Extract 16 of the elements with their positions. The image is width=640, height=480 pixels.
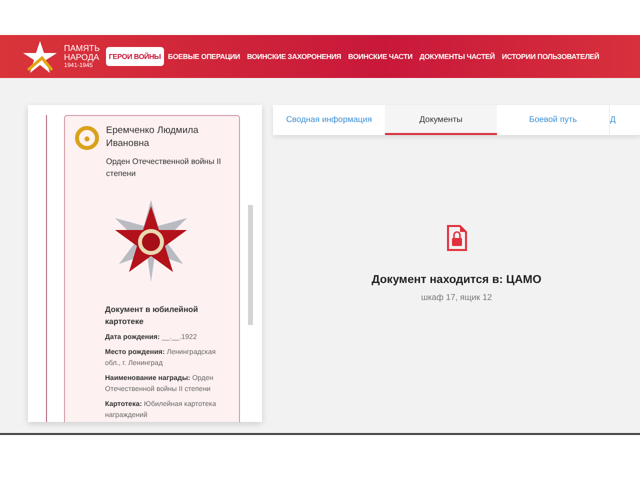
award-card[interactable]: [64, 115, 240, 422]
tab[interactable]: Документы: [385, 105, 497, 135]
document-location: Документ находится в: ЦАМО: [372, 274, 542, 286]
locked-document-icon: [446, 224, 468, 252]
person-name[interactable]: Еремченко Людмила Ивановна: [106, 124, 231, 150]
scrollbar-thumb[interactable]: [248, 205, 253, 325]
logo-text: ПАМЯТЬ: [64, 44, 100, 52]
logo-text: НАРОДА: [64, 52, 100, 62]
tab[interactable]: Боевой путь: [497, 105, 609, 135]
storage-location: шкаф 17, ящик 12: [421, 292, 492, 302]
star-logo-icon[interactable]: [22, 40, 58, 74]
medal-icon: [75, 126, 99, 150]
tab[interactable]: Д: [609, 105, 640, 135]
document-title: Документ в юбилейной картотеке: [105, 304, 200, 328]
award-name: Орден Отечественной войны II степени: [106, 156, 222, 180]
tab[interactable]: Сводная информация: [273, 105, 385, 135]
